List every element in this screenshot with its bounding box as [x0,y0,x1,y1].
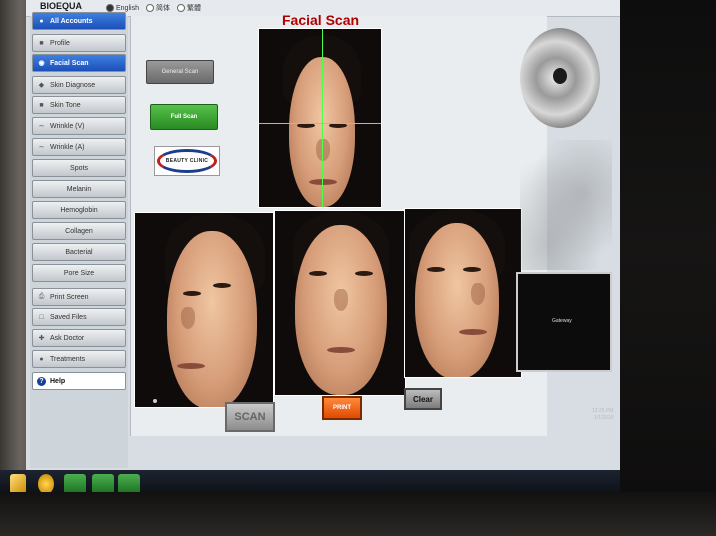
clear-button[interactable]: Clear [404,388,442,410]
plus-icon: ✚ [38,335,45,342]
eye-shape [213,283,231,288]
mouth-shape [459,329,487,335]
sidebar-item-melanin[interactable]: Melanin [32,180,126,198]
nose-shape [181,307,195,329]
general-scan-button[interactable]: General Scan [146,60,214,84]
cd-hole [553,68,567,84]
crosshair-horizontal [259,123,381,124]
tone-icon: ■ [39,101,44,109]
sidebar-item-help[interactable]: ? Help [32,372,126,390]
eye-shape [355,271,373,276]
camera-icon: ◉ [38,60,45,67]
clinic-logo: BEAUTY CLINIC [154,146,220,176]
radio-icon [106,4,114,12]
sidebar-item-bacterial[interactable]: Bacterial [32,243,126,261]
sidebar-item-wrinkle-v[interactable]: ∼ Wrinkle (V) [32,117,126,135]
eye-shape [463,267,481,272]
users-icon: ● [39,17,44,25]
media-player-icon[interactable] [38,474,54,494]
diagnose-icon: ◆ [38,82,45,89]
mouth-shape [309,179,337,185]
sidebar: ● All Accounts ■ Profile ◉ Facial Scan ◆ Ski… [30,12,128,468]
treatment-icon: ● [39,355,44,363]
sidebar-item-ask-doctor[interactable]: ✚ Ask Doctor [32,329,126,347]
language-simplified[interactable]: 简体 [145,3,170,13]
sidebar-item-print-screen[interactable]: ⎙ Print Screen [32,288,126,306]
scan-button[interactable]: SCAN [225,402,275,432]
wrinkle-icon: ∼ [38,123,45,130]
wrinkle-icon: ∼ [38,144,45,151]
print-button[interactable]: PRINT [322,396,362,420]
sidebar-item-collagen[interactable]: Collagen [32,222,126,240]
sidebar-item-skin-diagnose[interactable]: ◆ Skin Diagnose [32,76,126,94]
folder-icon: □ [39,313,44,321]
language-traditional[interactable]: 繁體 [176,3,201,13]
monitor-bezel-bottom [0,492,716,536]
mouth-shape [177,363,205,369]
full-scan-button[interactable]: Full Scan [150,104,218,130]
front-photo [274,210,406,396]
app-icon[interactable] [92,474,114,494]
eye-shape [427,267,445,272]
left-profile-photo [134,212,274,408]
sidebar-item-hemoglobin[interactable]: Hemoglobin [32,201,126,219]
face-shape [415,223,499,377]
front-scan-preview [258,28,382,208]
sidebar-item-spots[interactable]: Spots [32,159,126,177]
app-icon[interactable] [118,474,140,494]
sidebar-item-profile[interactable]: ■ Profile [32,34,126,52]
photo-marker [153,399,157,403]
system-clock[interactable]: 12:25 PM 1/1/2010 [592,408,613,422]
start-icon[interactable] [10,474,26,494]
sidebar-item-pore-size[interactable]: Pore Size [32,264,126,282]
sidebar-item-all-accounts[interactable]: ● All Accounts [32,12,126,30]
nose-shape [334,289,348,311]
mouth-shape [327,347,355,353]
sidebar-item-saved-files[interactable]: □ Saved Files [32,308,126,326]
gateway-window[interactable]: Gateway [516,272,612,372]
sidebar-item-facial-scan[interactable]: ◉ Facial Scan [32,54,126,72]
page-title: Facial Scan [282,12,360,28]
sidebar-item-treatments[interactable]: ● Treatments [32,350,126,368]
wallpaper-swirl [520,140,612,270]
printer-icon: ⎙ [38,293,45,300]
app-brand: BIOEQUA [40,1,83,11]
nose-shape [316,139,330,161]
nose-shape [471,283,485,305]
desktop-background [612,0,716,492]
gateway-label: Gateway [552,318,572,324]
app-icon[interactable] [64,474,86,494]
radio-icon [145,4,154,12]
radio-icon [176,4,185,12]
crosshair-vertical [322,29,323,207]
profile-icon: ■ [39,39,44,47]
sidebar-item-skin-tone[interactable]: ■ Skin Tone [32,96,126,114]
eye-shape [309,271,327,276]
eye-shape [183,291,201,296]
right-profile-photo [404,208,522,378]
help-icon: ? [37,376,46,386]
sidebar-item-wrinkle-a[interactable]: ∼ Wrinkle (A) [32,138,126,156]
